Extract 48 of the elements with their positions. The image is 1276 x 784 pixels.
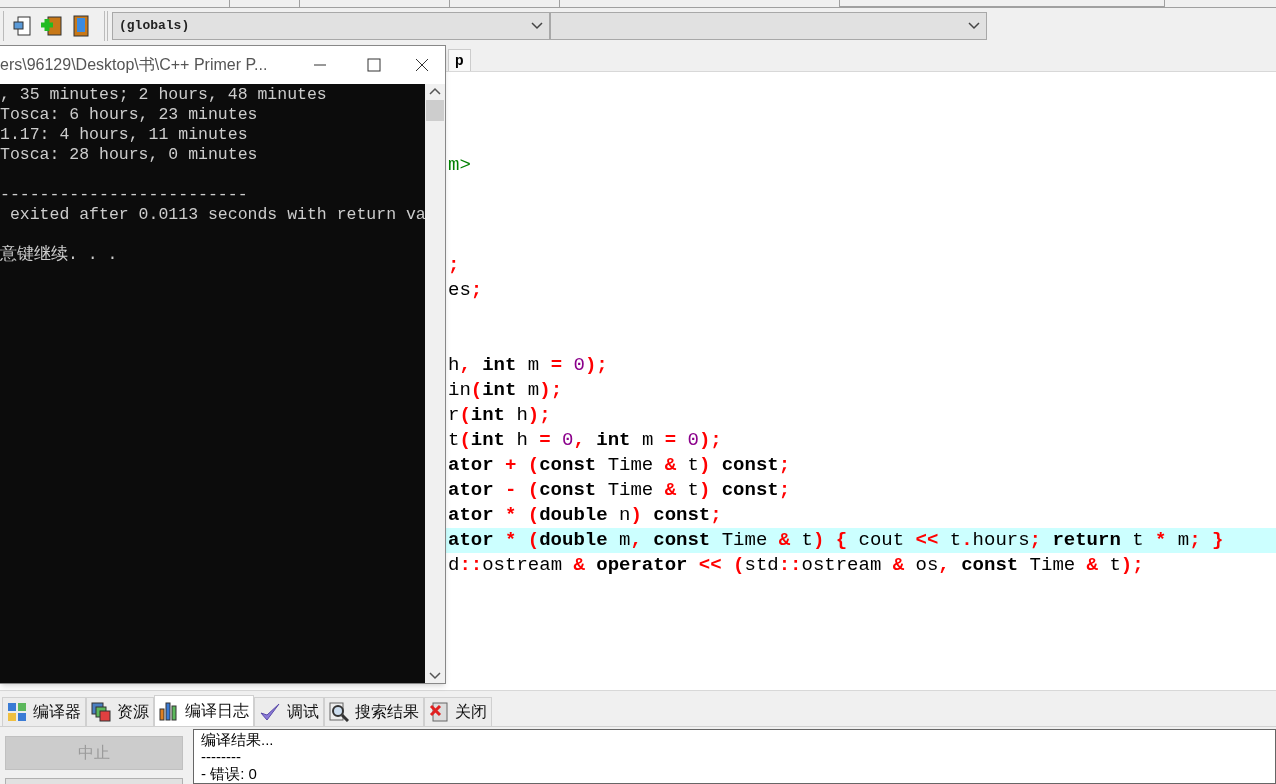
console-line: 意键继续. . . [0, 245, 118, 265]
console-line: Tosca: 28 hours, 0 minutes [0, 145, 258, 165]
scroll-thumb[interactable] [426, 100, 444, 121]
editor-tab[interactable]: p [448, 49, 471, 71]
code-line: h, int m = 0); [448, 353, 608, 378]
book-icon[interactable] [72, 15, 90, 37]
code-line: ator * (double n) const; [448, 503, 722, 528]
code-line: ator + (const Time & t) const; [448, 453, 791, 478]
panel-tab[interactable]: 资源 [86, 697, 154, 726]
check-icon [259, 702, 281, 722]
chevron-down-icon [531, 22, 543, 30]
code-line: ator * (double m, const Time & t) { cout << t.hours; return t * m; } [448, 528, 1224, 553]
code-line: r(int h); [448, 403, 551, 428]
panel-tab[interactable]: 调试 [254, 697, 324, 726]
panel-tab[interactable]: 编译日志 [154, 695, 254, 726]
maximize-icon[interactable] [367, 58, 381, 72]
close-icon[interactable] [415, 58, 429, 72]
console-line: exited after 0.0113 seconds with return va [8, 205, 425, 225]
window-icon[interactable] [12, 15, 32, 37]
toolbar-field[interactable] [840, 0, 1165, 7]
window-title: ers\96129\Desktop\书\C++ Primer P... [0, 55, 269, 75]
code-line: es; [448, 278, 483, 303]
grid-icon [7, 702, 27, 722]
console-line: 1.17: 4 hours, 11 minutes [0, 125, 248, 145]
search-icon [329, 702, 349, 722]
member-dropdown[interactable] [550, 12, 987, 40]
scope-dropdown[interactable]: (globals) [112, 12, 550, 40]
bar-chart-icon [159, 701, 179, 721]
log-line: -------- [201, 748, 241, 765]
code-line: t(int h = 0, int m = 0); [448, 428, 722, 453]
log-line: - 错误: 0 [201, 765, 257, 782]
panel-tab[interactable]: 搜索结果 [324, 697, 424, 726]
scrollbar[interactable] [425, 84, 445, 683]
panel-tab[interactable]: 编译器 [2, 697, 86, 726]
panel-tab[interactable]: 关闭 [424, 697, 492, 726]
chevron-down-icon [968, 22, 980, 30]
console-line: Tosca: 6 hours, 23 minutes [0, 105, 258, 125]
console-line: ------------------------- [0, 185, 248, 205]
close-icon [429, 702, 449, 722]
console-line: , 35 minutes; 2 hours, 48 minutes [0, 85, 327, 105]
code-line: d::ostream & operator << (std::ostream & os, const Time & t); [448, 553, 1144, 578]
code-line: ; [448, 253, 460, 278]
code-line: m> [448, 153, 471, 178]
add-icon[interactable] [41, 15, 63, 37]
layers-icon [91, 702, 111, 722]
code-line: in(int m); [448, 378, 563, 403]
log-line: 编译结果... [201, 731, 274, 748]
code-line: ator - (const Time & t) const; [448, 478, 791, 503]
